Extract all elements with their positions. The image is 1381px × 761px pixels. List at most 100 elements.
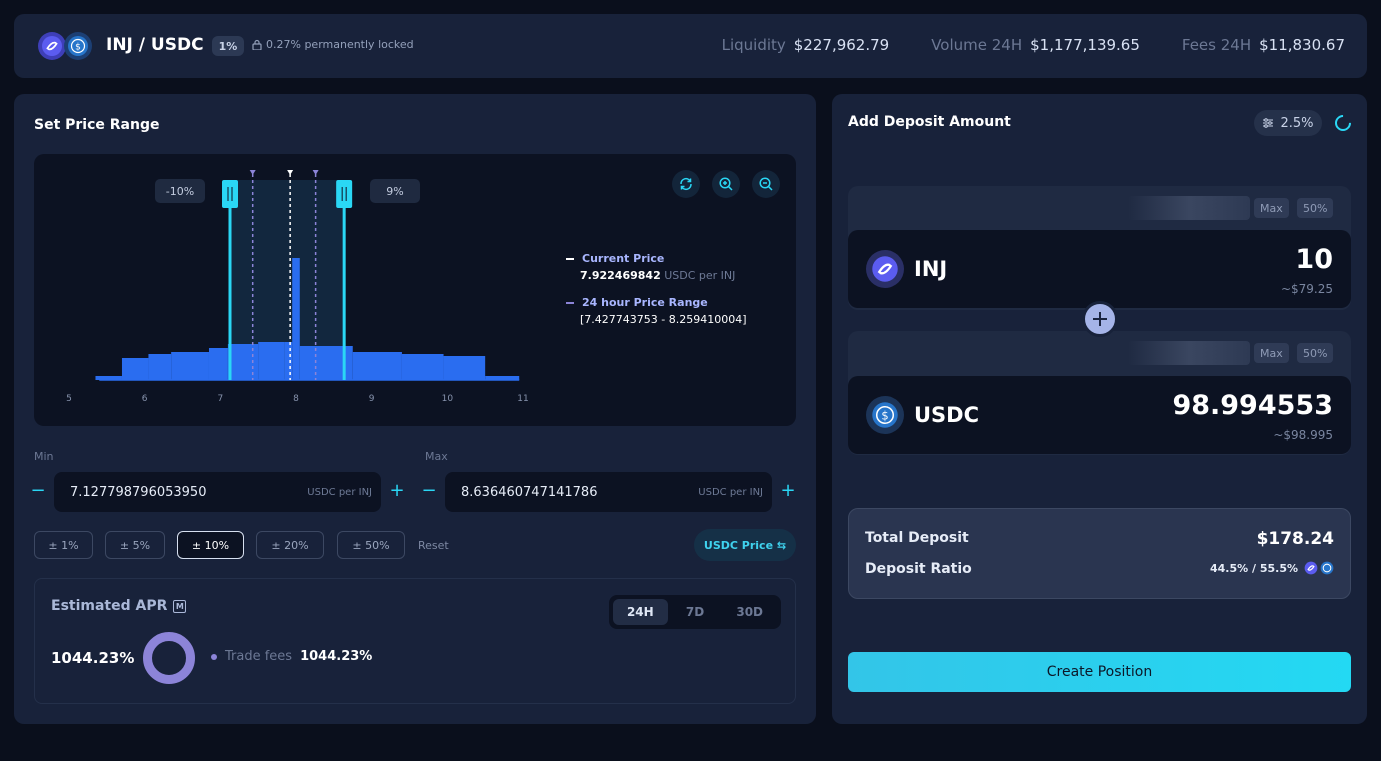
histogram-bar bbox=[95, 376, 122, 380]
stat-liquidity: Liquidity $227,962.79 bbox=[722, 36, 890, 54]
legend-dash-white bbox=[566, 257, 574, 260]
histogram-bar bbox=[148, 354, 172, 380]
zoom-in-button[interactable] bbox=[712, 170, 740, 198]
fee-tier-badge: 1% bbox=[212, 36, 244, 56]
svg-text:$: $ bbox=[881, 408, 888, 422]
preset-1pct-button[interactable]: ± 1% bbox=[34, 531, 93, 559]
preset-50pct-button[interactable]: ± 50% bbox=[337, 531, 405, 559]
sliders-icon bbox=[1263, 118, 1274, 128]
min-decrement-button[interactable]: − bbox=[30, 480, 46, 501]
period-tabs: 24H 7D 30D bbox=[609, 595, 781, 629]
usdc-half-button[interactable]: 50% bbox=[1297, 343, 1334, 363]
stat-value: $11,830.67 bbox=[1259, 36, 1345, 54]
usdc-amount-field[interactable]: $ USDC 98.994553 ~$98.995 bbox=[848, 376, 1351, 454]
max-range-handle bbox=[336, 180, 353, 208]
refresh-button[interactable] bbox=[672, 170, 700, 198]
legend-label: Current Price bbox=[582, 252, 665, 265]
inj-token-icon bbox=[1304, 561, 1318, 575]
stat-volume: Volume 24H $1,177,139.65 bbox=[931, 36, 1140, 54]
histogram-bar bbox=[121, 358, 149, 380]
usdc-max-button[interactable]: Max bbox=[1254, 343, 1289, 363]
usdc-usd-value: ~$98.995 bbox=[1273, 428, 1333, 442]
trade-fees-row: Trade fees 1044.23% bbox=[211, 649, 372, 664]
histogram-bar bbox=[258, 342, 285, 380]
min-increment-button[interactable]: + bbox=[389, 480, 405, 501]
histogram-bar bbox=[171, 352, 209, 380]
min-price-unit: USDC per INJ bbox=[307, 486, 372, 498]
pair-icons: $ bbox=[38, 32, 98, 60]
lock-text: 0.27% permanently locked bbox=[266, 38, 414, 51]
usdc-token-icon: $ bbox=[64, 32, 92, 60]
tab-24h[interactable]: 24H bbox=[613, 599, 668, 625]
panel-title: Set Price Range bbox=[34, 117, 160, 133]
inj-balance-blurred bbox=[1128, 196, 1250, 220]
zoom-out-button[interactable] bbox=[752, 170, 780, 198]
deposit-ratio: 44.5% / 55.5% bbox=[1210, 561, 1334, 575]
max-increment-button[interactable]: + bbox=[780, 480, 796, 501]
current-price-marker bbox=[287, 170, 294, 175]
m-badge-icon[interactable]: M bbox=[173, 599, 187, 613]
inj-amount[interactable]: 10 bbox=[1295, 244, 1333, 275]
panel-title: Add Deposit Amount bbox=[848, 114, 1011, 130]
max-price-unit: USDC per INJ bbox=[698, 486, 763, 498]
preset-20pct-button[interactable]: ± 20% bbox=[256, 531, 324, 559]
inj-amount-field[interactable]: INJ 10 ~$79.25 bbox=[848, 230, 1351, 308]
preset-5pct-button[interactable]: ± 5% bbox=[105, 531, 165, 559]
create-position-button[interactable]: Create Position bbox=[848, 652, 1351, 692]
loading-spinner-icon bbox=[1331, 111, 1355, 135]
usdc-symbol: USDC bbox=[914, 403, 980, 427]
min-price-input[interactable]: 7.127798796053950 USDC per INJ bbox=[54, 472, 381, 512]
max-decrement-button[interactable]: − bbox=[421, 480, 437, 501]
usdc-amount[interactable]: 98.994553 bbox=[1172, 390, 1333, 421]
inj-max-button[interactable]: Max bbox=[1254, 198, 1289, 218]
usdc-price-toggle[interactable]: USDC Price ⇆ bbox=[694, 529, 796, 561]
pool-stats: Liquidity $227,962.79 Volume 24H $1,177,13… bbox=[722, 36, 1345, 54]
slippage-button[interactable]: 2.5% bbox=[1254, 110, 1322, 136]
histogram-bar bbox=[443, 356, 486, 380]
x-axis-tick-label: 9 bbox=[368, 394, 375, 404]
legend-value: [7.427743753 - 8.259410004] bbox=[580, 313, 747, 326]
zoom-out-icon bbox=[759, 177, 773, 191]
inj-usd-value: ~$79.25 bbox=[1280, 282, 1333, 296]
histogram-bar bbox=[227, 344, 259, 380]
trade-fees-value: 1044.23% bbox=[300, 649, 373, 664]
max-price-input[interactable]: 8.636460747141786 USDC per INJ bbox=[445, 472, 772, 512]
x-axis-tick-label: 11 bbox=[517, 394, 529, 404]
deposit-ratio-value: 44.5% / 55.5% bbox=[1210, 561, 1298, 575]
max-pct-label: 9% bbox=[370, 179, 420, 203]
lock-icon bbox=[252, 39, 262, 50]
pair-name: INJ / USDC bbox=[106, 35, 204, 55]
tab-7d[interactable]: 7D bbox=[668, 599, 723, 625]
legend-unit: USDC per INJ bbox=[664, 269, 736, 282]
usdc-token-icon bbox=[1320, 561, 1334, 575]
apr-value: 1044.23% bbox=[51, 649, 135, 667]
estimated-apr-box: Estimated APR M 24H 7D 30D 1044.23% Trad… bbox=[34, 578, 796, 704]
refresh-icon bbox=[680, 177, 692, 191]
price-range-panel: Set Price Range -10% 9% Current Price 7.… bbox=[14, 94, 816, 724]
histogram-bar bbox=[352, 352, 402, 380]
preset-10pct-button[interactable]: ± 10% bbox=[177, 531, 244, 559]
max-price-value[interactable]: 8.636460747141786 bbox=[461, 485, 597, 500]
deposit-summary: Total Deposit $178.24 Deposit Ratio 44.5… bbox=[848, 508, 1351, 599]
max-label: Max bbox=[425, 450, 448, 463]
legend-current-price: Current Price 7.922469842 USDC per INJ bbox=[566, 252, 735, 282]
legend-24h-range: 24 hour Price Range [7.427743753 - 8.259… bbox=[566, 296, 747, 326]
range-24h-marker bbox=[249, 170, 256, 175]
reset-button[interactable]: Reset bbox=[418, 539, 449, 552]
x-axis-tick-label: 7 bbox=[217, 394, 224, 404]
deposit-panel: Add Deposit Amount 2.5% Max 50% INJ 10 ~… bbox=[832, 94, 1367, 724]
range-24h-marker bbox=[312, 170, 319, 175]
min-price-value[interactable]: 7.127798796053950 bbox=[70, 485, 206, 500]
trade-fees-dot bbox=[211, 653, 217, 660]
lock-info: 0.27% permanently locked bbox=[252, 38, 414, 51]
tab-30d[interactable]: 30D bbox=[722, 599, 777, 625]
svg-text:$: $ bbox=[75, 43, 81, 53]
apr-title-text: Estimated APR bbox=[51, 598, 168, 614]
inj-half-button[interactable]: 50% bbox=[1297, 198, 1334, 218]
stat-fees: Fees 24H $11,830.67 bbox=[1182, 36, 1345, 54]
liquidity-chart[interactable]: -10% 9% Current Price 7.922469842 USDC p… bbox=[34, 154, 796, 426]
min-label: Min bbox=[34, 450, 54, 463]
histogram-bar bbox=[284, 342, 293, 380]
inj-symbol: INJ bbox=[914, 257, 948, 281]
pool-header: $ INJ / USDC 1% 0.27% permanently locked… bbox=[14, 14, 1367, 78]
